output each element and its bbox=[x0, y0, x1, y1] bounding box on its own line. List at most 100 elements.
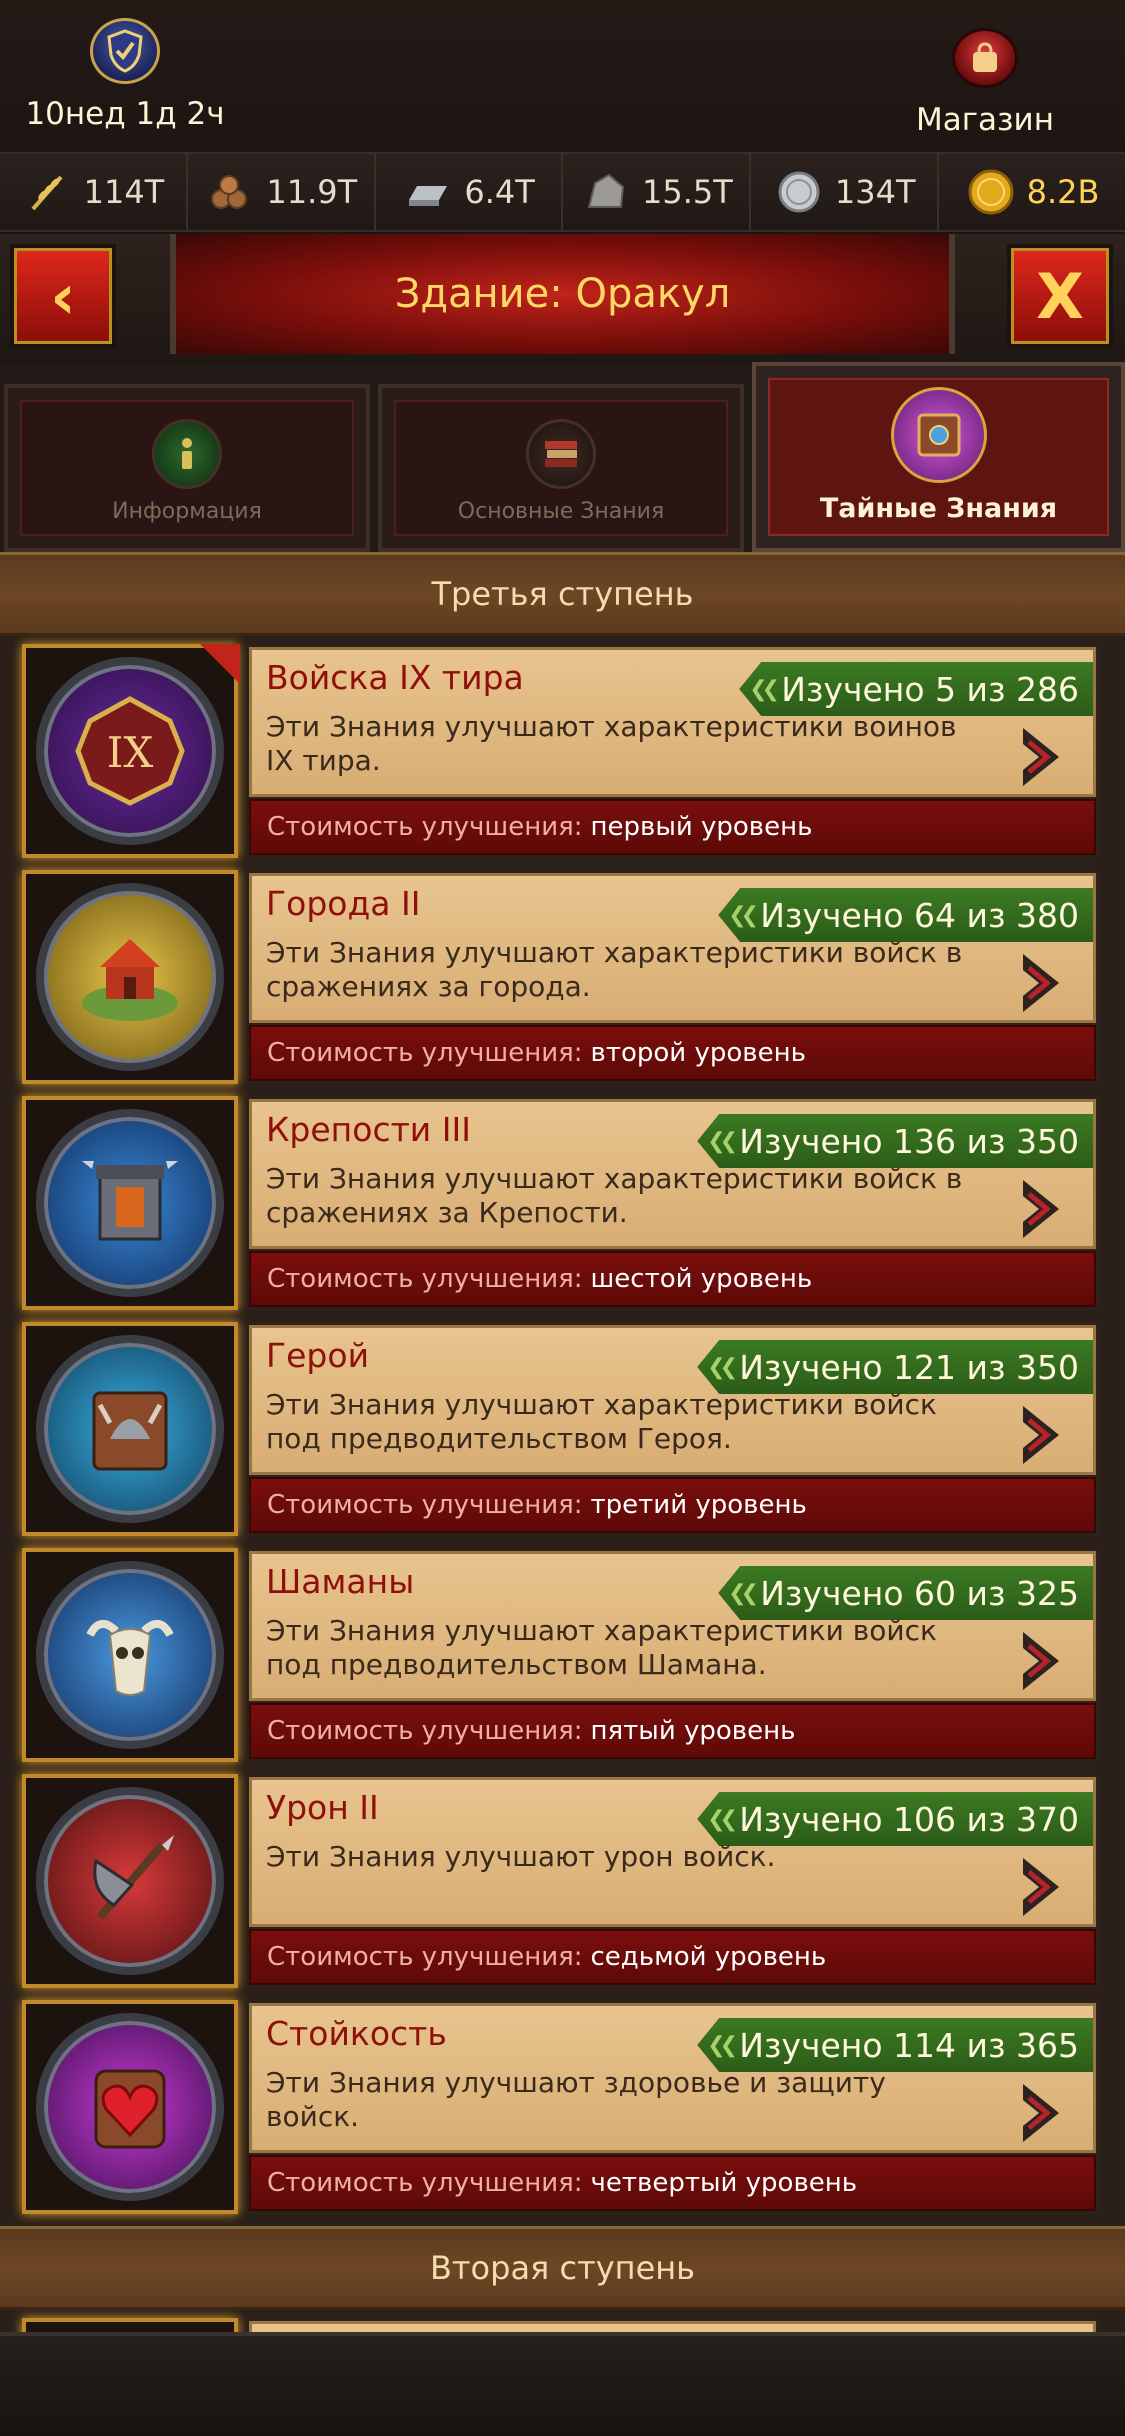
resource-silver[interactable]: 134T bbox=[751, 154, 940, 230]
books-icon bbox=[526, 419, 596, 489]
knowledge-card[interactable]: Крепости III Изучено 136 из 350 Эти Знан… bbox=[22, 1096, 1115, 1310]
card-main: Шаманы Изучено 60 из 325 Эти Знания улуч… bbox=[249, 1551, 1096, 1701]
card-title: Герой bbox=[266, 1336, 370, 1375]
section-heading-tier2: Вторая ступень bbox=[0, 2226, 1125, 2310]
progress-badge: Изучено 136 из 350 bbox=[697, 1114, 1093, 1168]
card-icon-frame bbox=[22, 1096, 238, 1310]
knowledge-card[interactable]: Урон II Изучено 106 из 370 Эти Знания ул… bbox=[22, 1774, 1115, 1988]
card-main: Герой Изучено 121 из 350 Эти Знания улуч… bbox=[249, 1325, 1096, 1475]
title-bar: ‹ Здание: Оракул X bbox=[0, 234, 1125, 362]
upgrade-cost-bar: Стоимость улучшения: второй уровень bbox=[249, 1025, 1096, 1081]
card-body: Урон II Изучено 106 из 370 Эти Знания ул… bbox=[246, 1774, 1099, 1988]
resource-gold[interactable]: 8.2B bbox=[939, 154, 1125, 230]
card-description: Эти Знания улучшают здоровье и защиту во… bbox=[266, 2066, 886, 2133]
stone-icon bbox=[580, 166, 632, 218]
cost-value: первый уровень bbox=[590, 812, 813, 842]
tab-label: Тайные Знания bbox=[819, 493, 1058, 524]
card-main: Крепости III Изучено 136 из 350 Эти Знан… bbox=[249, 1099, 1096, 1249]
tab-inner: Информация bbox=[20, 400, 354, 536]
city-icon bbox=[36, 883, 224, 1071]
clan-shield-icon bbox=[90, 18, 160, 84]
card-main: Города II Изучено 64 из 380 Эти Знания у… bbox=[249, 873, 1096, 1023]
card-body: Войска IX тира Изучено 5 из 286 Эти Знан… bbox=[246, 644, 1099, 858]
iron-icon bbox=[402, 166, 454, 218]
wood-icon bbox=[204, 166, 256, 218]
knowledge-card[interactable]: Стойкость Изучено 114 из 365 Эти Знания … bbox=[22, 2000, 1115, 2214]
chevron-right-icon[interactable] bbox=[1015, 722, 1071, 792]
resource-value: 114T bbox=[83, 173, 165, 211]
knowledge-panel[interactable]: Третья ступень IX Войска IX тира Изучено… bbox=[0, 552, 1125, 2332]
card-main: Войска IX тира Изучено 5 из 286 Эти Знан… bbox=[249, 647, 1096, 797]
cost-label: Стоимость улучшения: bbox=[267, 1038, 583, 1068]
chevron-right-icon[interactable] bbox=[1015, 1626, 1071, 1696]
cost-value: третий уровень bbox=[590, 1490, 807, 1520]
shop-label: Магазин bbox=[916, 102, 1054, 138]
chevron-right-icon[interactable] bbox=[1015, 1852, 1071, 1922]
card-icon-frame bbox=[22, 2318, 238, 2332]
card-description: Эти Знания улучшают характеристики войск… bbox=[266, 936, 963, 1003]
resource-value: 134T bbox=[834, 173, 916, 211]
close-button[interactable]: X bbox=[1007, 244, 1113, 348]
resource-iron[interactable]: 6.4T bbox=[376, 154, 564, 230]
silver-icon bbox=[773, 166, 825, 218]
resource-value: 15.5T bbox=[642, 173, 733, 211]
knowledge-card[interactable]: Города II Изучено 64 из 380 Эти Знания у… bbox=[22, 870, 1115, 1084]
cost-value: второй уровень bbox=[590, 1038, 806, 1068]
info-icon bbox=[152, 419, 222, 489]
bottom-frame bbox=[0, 2332, 1125, 2436]
page-title: Здание: Оракул bbox=[394, 271, 731, 317]
card-title: Урон II bbox=[266, 1788, 379, 1827]
resource-stone[interactable]: 15.5T bbox=[563, 154, 752, 230]
knowledge-card-cut[interactable] bbox=[22, 2318, 1115, 2332]
back-button[interactable]: ‹ bbox=[10, 244, 116, 348]
card-title: Шаманы bbox=[266, 1562, 415, 1601]
cost-value: седьмой уровень bbox=[590, 1942, 827, 1972]
shop-bag-icon bbox=[952, 28, 1018, 88]
heart-shield-icon bbox=[36, 2013, 224, 2201]
tab-inner: Тайные Знания bbox=[768, 378, 1109, 536]
progress-badge: Изучено 5 из 286 bbox=[739, 662, 1093, 716]
fortress-icon bbox=[36, 1109, 224, 1297]
progress-badge: Изучено 60 из 325 bbox=[718, 1566, 1093, 1620]
progress-badge: Изучено 106 из 370 bbox=[697, 1792, 1093, 1846]
clan-button[interactable]: 10нед 1д 2ч bbox=[20, 18, 230, 132]
resource-value: 11.9T bbox=[266, 173, 358, 211]
wheat-icon bbox=[22, 166, 74, 218]
cost-label: Стоимость улучшения: bbox=[267, 1942, 583, 1972]
upgrade-cost-bar: Стоимость улучшения: третий уровень bbox=[249, 1477, 1096, 1533]
chevron-right-icon[interactable] bbox=[1015, 1174, 1071, 1244]
tab-secret-knowledge[interactable]: Тайные Знания bbox=[752, 362, 1125, 552]
tier-ix-icon: IX bbox=[36, 657, 224, 845]
cost-value: четвертый уровень bbox=[590, 2168, 858, 2198]
chevron-right-icon[interactable] bbox=[1015, 1400, 1071, 1470]
resource-bar: 114T 11.9T 6.4T 15.5T 134T 8.2B bbox=[0, 152, 1125, 232]
cost-label: Стоимость улучшения: bbox=[267, 1264, 583, 1294]
card-body bbox=[246, 2318, 1099, 2332]
card-description: Эти Знания улучшают характеристики войск… bbox=[266, 1162, 963, 1229]
upgrade-cost-bar: Стоимость улучшения: пятый уровень bbox=[249, 1703, 1096, 1759]
knowledge-card[interactable]: IX Войска IX тира Изучено 5 из 286 Эти З… bbox=[22, 644, 1115, 858]
shaman-skull-icon bbox=[36, 1561, 224, 1749]
card-body: Крепости III Изучено 136 из 350 Эти Знан… bbox=[246, 1096, 1099, 1310]
knowledge-list: IX Войска IX тира Изучено 5 из 286 Эти З… bbox=[0, 636, 1125, 2214]
resource-wood[interactable]: 11.9T bbox=[188, 154, 376, 230]
tab-information[interactable]: Информация bbox=[4, 384, 370, 552]
knowledge-list-partial bbox=[0, 2310, 1125, 2332]
resource-wheat[interactable]: 114T bbox=[0, 154, 188, 230]
card-title: Стойкость bbox=[266, 2014, 447, 2053]
chevron-right-icon[interactable] bbox=[1015, 948, 1071, 1018]
card-title: Города II bbox=[266, 884, 421, 923]
damage-axe-icon bbox=[36, 1787, 224, 1975]
knowledge-card[interactable]: Герой Изучено 121 из 350 Эти Знания улуч… bbox=[22, 1322, 1115, 1536]
section-heading-tier3: Третья ступень bbox=[0, 552, 1125, 636]
card-body: Герой Изучено 121 из 350 Эти Знания улуч… bbox=[246, 1322, 1099, 1536]
cost-value: пятый уровень bbox=[590, 1716, 796, 1746]
knowledge-card[interactable]: Шаманы Изучено 60 из 325 Эти Знания улуч… bbox=[22, 1548, 1115, 1762]
hero-book-icon bbox=[36, 1335, 224, 1523]
tab-basic-knowledge[interactable]: Основные Знания bbox=[378, 384, 744, 552]
chevron-right-icon[interactable] bbox=[1015, 2078, 1071, 2148]
card-icon-frame: IX bbox=[22, 644, 240, 858]
svg-text:IX: IX bbox=[107, 728, 154, 777]
shop-button[interactable]: Магазин bbox=[895, 28, 1075, 138]
card-icon-frame bbox=[22, 2000, 238, 2214]
